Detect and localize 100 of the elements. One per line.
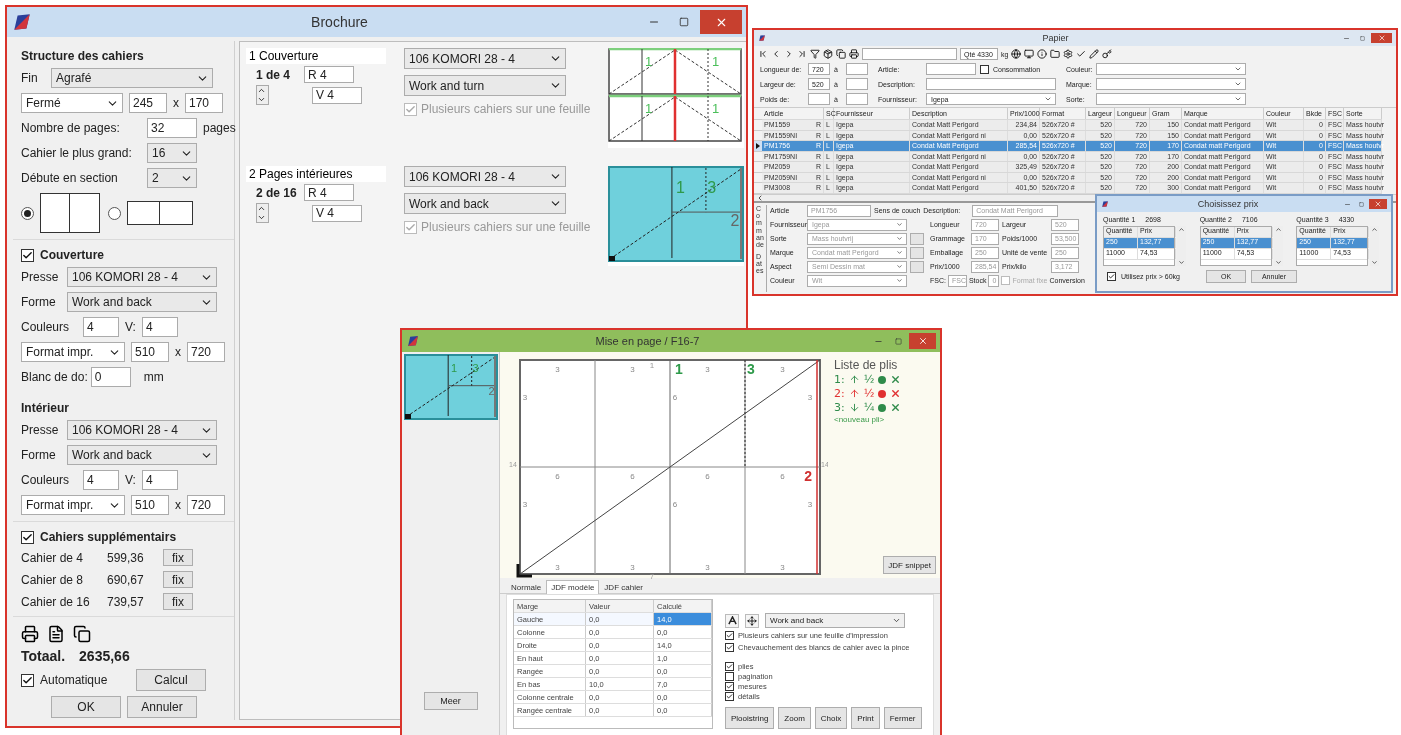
radio-button[interactable] — [108, 206, 121, 220]
dropdown[interactable]: 2 — [147, 168, 197, 188]
checkbox[interactable] — [725, 643, 734, 652]
checkbox[interactable] — [725, 672, 734, 681]
key-icon[interactable] — [1102, 49, 1113, 59]
input-field[interactable]: 720 — [187, 495, 225, 515]
input-field[interactable] — [846, 78, 868, 90]
dropdown[interactable]: 106 KOMORI 28 - 4 — [404, 166, 566, 187]
checkbox[interactable] — [21, 530, 34, 544]
input-field[interactable]: 0 — [90, 367, 131, 387]
text-style-button[interactable] — [725, 613, 739, 628]
input-field[interactable]: R 4 — [304, 184, 354, 201]
fix-button[interactable]: fix — [163, 549, 193, 566]
input-field[interactable]: 720 — [187, 342, 225, 362]
action-button[interactable]: Choix — [814, 707, 848, 729]
fix-button[interactable]: fix — [163, 593, 193, 610]
dropdown[interactable]: Work and back — [765, 613, 905, 628]
input-field[interactable]: 245 — [129, 93, 167, 113]
tab[interactable]: JDF modèle — [546, 580, 600, 594]
input-field[interactable]: R 4 — [304, 66, 354, 83]
input-field[interactable]: 510 — [131, 342, 169, 362]
checkbox[interactable] — [1107, 272, 1116, 281]
input-field[interactable]: 4 — [141, 317, 178, 337]
checkbox[interactable] — [725, 662, 734, 671]
input-field[interactable]: 510 — [131, 495, 169, 515]
action-button[interactable]: Plooistring — [725, 707, 775, 729]
spinner[interactable] — [256, 85, 269, 105]
dropdown[interactable]: Work and back — [404, 193, 566, 214]
delete-icon[interactable] — [890, 402, 902, 413]
document-icon[interactable] — [47, 625, 65, 643]
input-field[interactable]: 4 — [141, 470, 178, 490]
printer-icon[interactable] — [21, 625, 39, 643]
first-record-icon[interactable] — [758, 49, 768, 59]
delete-icon[interactable] — [890, 374, 902, 385]
dropdown[interactable]: Format impr. — [21, 342, 125, 362]
action-button[interactable]: Fermer — [883, 707, 922, 729]
tab[interactable]: Normale — [506, 580, 547, 594]
input-field[interactable]: V 4 — [312, 86, 362, 104]
close-button[interactable] — [1371, 33, 1392, 43]
input-field[interactable]: 32 — [147, 118, 197, 138]
checkbox[interactable] — [980, 64, 989, 74]
search-field[interactable] — [862, 48, 957, 60]
globe-icon[interactable] — [1011, 49, 1022, 59]
checkbox[interactable] — [725, 631, 734, 640]
delete-icon[interactable] — [890, 388, 902, 399]
cancel-button[interactable]: Annuler — [127, 696, 197, 718]
filter-icon[interactable] — [810, 49, 820, 59]
dropdown[interactable]: Work and back — [67, 292, 217, 312]
pencil-icon[interactable] — [1089, 49, 1100, 59]
input-field[interactable] — [926, 78, 1056, 90]
input-field[interactable] — [926, 63, 976, 75]
dropdown[interactable]: Work and back — [67, 445, 217, 465]
input-field[interactable]: 4 — [83, 317, 119, 337]
dropdown[interactable]: 106 KOMORI 28 - 4 — [404, 48, 566, 69]
dropdown[interactable] — [1096, 78, 1246, 90]
dropdown[interactable] — [1096, 93, 1246, 105]
input-field[interactable] — [846, 93, 868, 105]
input-field[interactable] — [846, 63, 868, 75]
package-icon[interactable] — [823, 49, 833, 59]
dropdown[interactable]: Format impr. — [21, 495, 125, 515]
move-button[interactable] — [745, 613, 759, 628]
row-header[interactable] — [754, 141, 762, 152]
dropdown[interactable]: Fermé — [21, 93, 123, 113]
next-icon[interactable] — [784, 49, 794, 59]
checkbox[interactable] — [21, 673, 34, 687]
folder-icon[interactable] — [1050, 49, 1061, 59]
info-icon[interactable] — [1037, 49, 1048, 59]
close-button[interactable] — [1369, 199, 1387, 209]
new-fold-link[interactable]: <nouveau pli> — [834, 415, 885, 424]
dropdown[interactable]: Work and turn — [404, 75, 566, 96]
last-record-icon[interactable] — [797, 49, 807, 59]
input-field[interactable]: 170 — [185, 93, 223, 113]
dropdown[interactable]: 106 KOMORI 28 - 4 — [67, 267, 217, 287]
check-icon[interactable] — [1076, 49, 1087, 59]
settings-icon[interactable] — [1063, 49, 1074, 59]
fix-button[interactable]: fix — [163, 571, 193, 588]
printer-icon[interactable] — [849, 49, 859, 59]
dropdown[interactable]: 16 — [147, 143, 197, 163]
dropdown[interactable]: 106 KOMORI 28 - 4 — [67, 420, 217, 440]
previous-icon[interactable] — [771, 49, 781, 59]
input-field[interactable]: V 4 — [312, 204, 362, 222]
checkbox[interactable] — [725, 692, 734, 701]
copy-icon[interactable] — [73, 625, 91, 643]
action-button[interactable]: Zoom — [778, 707, 811, 729]
close-button[interactable] — [909, 333, 936, 349]
input-field[interactable] — [808, 93, 830, 105]
more-button[interactable]: Meer — [423, 692, 478, 710]
radio-button[interactable] — [21, 206, 34, 220]
calculate-button[interactable]: Calcul — [136, 669, 206, 691]
action-button[interactable]: Print — [851, 707, 880, 729]
snippet-button[interactable]: JDF snippet — [883, 556, 936, 574]
dropdown[interactable]: Agrafé — [51, 68, 213, 88]
monitor-icon[interactable] — [1024, 49, 1035, 59]
ok-button[interactable]: OK — [51, 696, 121, 718]
spinner[interactable] — [256, 203, 269, 223]
copy-icon[interactable] — [836, 49, 846, 59]
tab[interactable]: JDF cahier — [599, 580, 649, 594]
checkbox[interactable] — [725, 682, 734, 691]
checkbox[interactable] — [21, 248, 34, 262]
input-field[interactable]: 4 — [83, 470, 119, 490]
